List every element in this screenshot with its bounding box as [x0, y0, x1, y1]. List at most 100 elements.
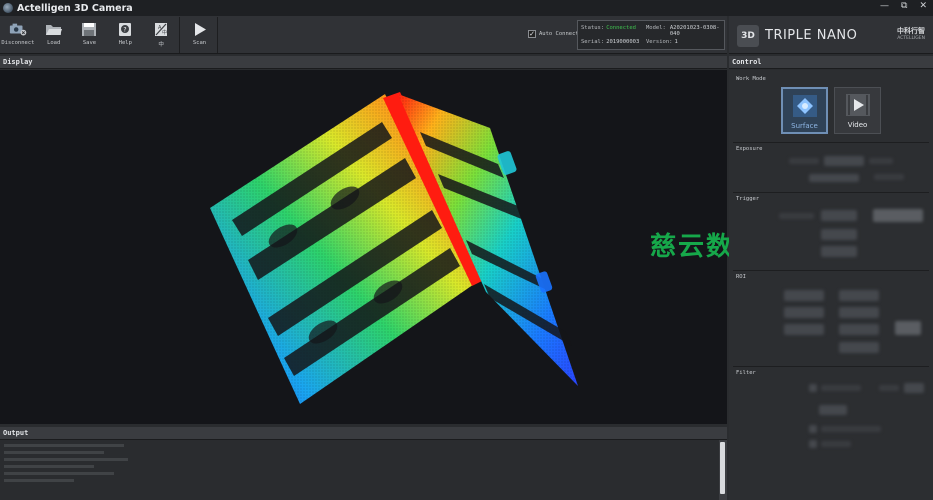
- help-button[interactable]: ? Help: [107, 17, 143, 53]
- toolbar-group-scan: Scan: [182, 17, 218, 53]
- roi-title: ROI: [736, 274, 746, 280]
- language-label: 中: [158, 42, 164, 48]
- divider: [733, 270, 929, 271]
- camera-icon: [9, 21, 27, 37]
- trigger-select-2-blurred[interactable]: [821, 229, 857, 240]
- filter-title: Filter: [736, 370, 756, 376]
- svg-text:中: 中: [162, 29, 167, 36]
- load-label: Load: [47, 40, 61, 46]
- roi-input-blurred[interactable]: [784, 290, 824, 301]
- point-cloud-viewport[interactable]: [0, 70, 727, 424]
- scrollbar-thumb[interactable]: [720, 442, 725, 494]
- window-controls: — ⧉ ✕: [880, 1, 927, 11]
- exposure-setting-blurred: [789, 158, 819, 164]
- disconnect-button[interactable]: Disconnect: [0, 17, 36, 53]
- control-panel: Work Mode Surface Video Exposure Trigger…: [729, 70, 933, 500]
- roi-apply-button-blurred[interactable]: [895, 321, 921, 335]
- trigger-title: Trigger: [736, 196, 760, 202]
- output-scrollbar[interactable]: [719, 440, 727, 500]
- display-header: Display: [0, 56, 727, 69]
- status-label: Status:: [581, 25, 605, 31]
- language-icon: A中: [152, 21, 170, 37]
- language-button[interactable]: A中 中: [143, 17, 179, 53]
- surface-mode-label: Surface: [791, 122, 818, 130]
- version-value: 1: [674, 39, 678, 45]
- work-mode-title: Work Mode: [736, 76, 766, 82]
- roi-input-blurred[interactable]: [839, 290, 879, 301]
- maximize-button[interactable]: ⧉: [901, 1, 907, 11]
- brand-header: 3D TRIPLE NANO 中科行智 ACTELLIGEN: [729, 16, 933, 54]
- roi-input-blurred[interactable]: [784, 307, 824, 318]
- video-mode-icon: [845, 94, 870, 116]
- exposure-input-blurred[interactable]: [824, 156, 864, 166]
- app-window: Actelligen 3D Camera — ⧉ ✕ Disconnect Lo…: [0, 0, 933, 500]
- filter-checkbox-blurred[interactable]: [809, 440, 817, 448]
- save-button[interactable]: Save: [72, 17, 108, 53]
- divider: [733, 192, 929, 193]
- model-value: A20201023-0308-040: [669, 25, 720, 37]
- exposure-unit-blurred: [869, 158, 893, 164]
- exposure-range-blurred: [874, 174, 904, 180]
- log-lines: [4, 444, 134, 494]
- load-button[interactable]: Load: [36, 17, 72, 53]
- scan-label: Scan: [192, 40, 207, 46]
- output-log-panel[interactable]: [0, 440, 727, 500]
- roi-input-blurred[interactable]: [784, 324, 824, 335]
- window-title: Actelligen 3D Camera: [17, 2, 133, 14]
- svg-text:?: ?: [124, 26, 127, 33]
- disconnect-label: Disconnect: [1, 40, 35, 46]
- trigger-select-blurred[interactable]: [821, 210, 857, 221]
- filter-option-blurred: [821, 385, 861, 391]
- version-label: Version:: [646, 39, 673, 45]
- filter-checkbox-blurred[interactable]: [809, 384, 817, 392]
- exposure-slider-blurred[interactable]: [809, 174, 859, 182]
- exposure-title: Exposure: [736, 146, 763, 152]
- filter-option-blurred: [821, 441, 851, 447]
- help-icon: ?: [116, 21, 134, 37]
- scan-button[interactable]: Scan: [182, 17, 217, 53]
- minimize-button[interactable]: —: [880, 1, 889, 11]
- trigger-button-blurred[interactable]: [873, 209, 923, 222]
- save-label: Save: [82, 40, 97, 46]
- folder-open-icon: [45, 21, 63, 37]
- surface-mode-icon: [792, 95, 817, 117]
- trigger-input-blurred[interactable]: [821, 246, 857, 257]
- app-logo-icon: [3, 3, 13, 13]
- device-status-box: Status: Connected Model: A20201023-0308-…: [577, 20, 725, 50]
- roi-input-blurred[interactable]: [839, 307, 879, 318]
- maker-name-cn: 中科行智: [897, 27, 925, 35]
- play-icon: [191, 21, 209, 37]
- maker-logo: 中科行智 ACTELLIGEN: [897, 26, 925, 41]
- filter-option-blurred: [879, 385, 899, 391]
- filter-checkbox-blurred[interactable]: [809, 425, 817, 433]
- serial-label: Serial:: [581, 39, 605, 45]
- product-name: TRIPLE NANO: [765, 28, 858, 43]
- help-label: Help: [118, 40, 132, 46]
- close-button[interactable]: ✕: [919, 1, 927, 11]
- checkmark-icon[interactable]: ✓: [528, 30, 536, 38]
- status-value: Connected: [606, 25, 636, 31]
- toolbar-group-file: Disconnect Load Save ? Help A 中 中: [0, 17, 180, 53]
- model-row: Model: A20201023-0308-040: [646, 25, 724, 37]
- serial-value: 2019000003: [606, 39, 640, 45]
- filter-input-blurred[interactable]: [819, 405, 847, 415]
- model-label: Model:: [646, 25, 666, 31]
- output-header: Output: [0, 427, 727, 440]
- maker-name-en: ACTELLIGEN: [897, 36, 925, 41]
- divider: [733, 366, 929, 367]
- video-mode-button[interactable]: Video: [834, 87, 881, 134]
- auto-connect-checkbox[interactable]: ✓ Auto Connect: [528, 30, 579, 38]
- video-mode-label: Video: [847, 121, 868, 129]
- surface-mode-button[interactable]: Surface: [781, 87, 828, 134]
- filter-option-blurred: [821, 426, 881, 432]
- control-header: Control: [729, 56, 933, 69]
- save-icon: [80, 21, 98, 37]
- status-row: Status: Connected: [581, 25, 636, 31]
- point-cloud-render: [210, 92, 578, 404]
- trigger-setting-blurred: [779, 213, 814, 219]
- filter-input-blurred[interactable]: [904, 383, 924, 393]
- auto-connect-label: Auto Connect: [539, 31, 579, 37]
- cube-logo-icon: 3D: [737, 25, 759, 47]
- roi-select-blurred[interactable]: [839, 342, 879, 353]
- roi-input-blurred[interactable]: [839, 324, 879, 335]
